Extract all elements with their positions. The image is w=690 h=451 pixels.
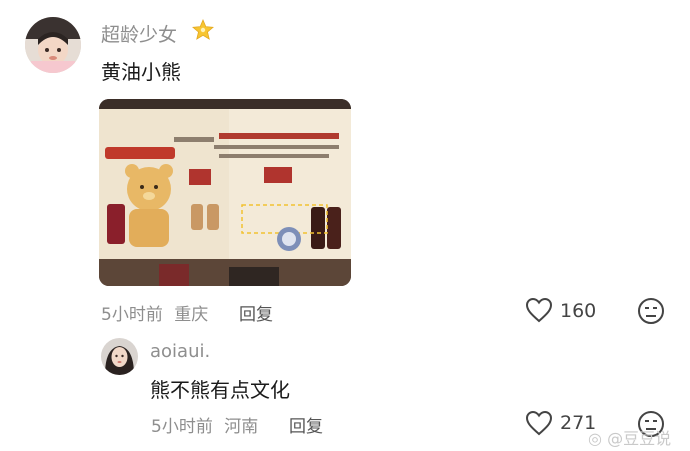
weibo-logo-icon: ◎ [588, 429, 602, 448]
comment1-photo[interactable] [99, 99, 351, 286]
comment2-meta: 5小时前 河南 [151, 412, 258, 437]
heart-icon[interactable] [525, 410, 553, 440]
comment1-location: 重庆 [174, 305, 209, 325]
watermark: ◎ @豆豆说 [588, 425, 671, 449]
comment1-meta: 5小时前 重庆 [101, 300, 208, 325]
star-badge-icon [191, 18, 215, 46]
comment1-time: 5小时前 [101, 305, 163, 325]
heart-icon[interactable] [525, 297, 553, 327]
comment2-time: 5小时前 [151, 417, 213, 437]
comment1-like-count: 160 [560, 300, 597, 322]
comment1-reply-button[interactable]: 回复 [239, 300, 273, 325]
avatar-user1-image [25, 17, 81, 73]
comment2-username[interactable]: aoiaui. [150, 341, 210, 362]
comment2-text: 熊不熊有点文化 [150, 378, 290, 402]
avatar-user2-image [101, 338, 138, 375]
comment1-text: 黄油小熊 [101, 60, 181, 84]
comment1-username[interactable]: 超龄少女 [101, 20, 177, 47]
avatar-user2[interactable] [101, 338, 138, 375]
comment2-location: 河南 [224, 417, 259, 437]
comment2-reply-button[interactable]: 回复 [289, 412, 323, 437]
watermark-text: @豆豆说 [607, 429, 672, 448]
avatar-user1[interactable] [25, 17, 81, 73]
dislike-face-icon[interactable] [637, 297, 665, 329]
promo-poster-image [99, 99, 351, 286]
